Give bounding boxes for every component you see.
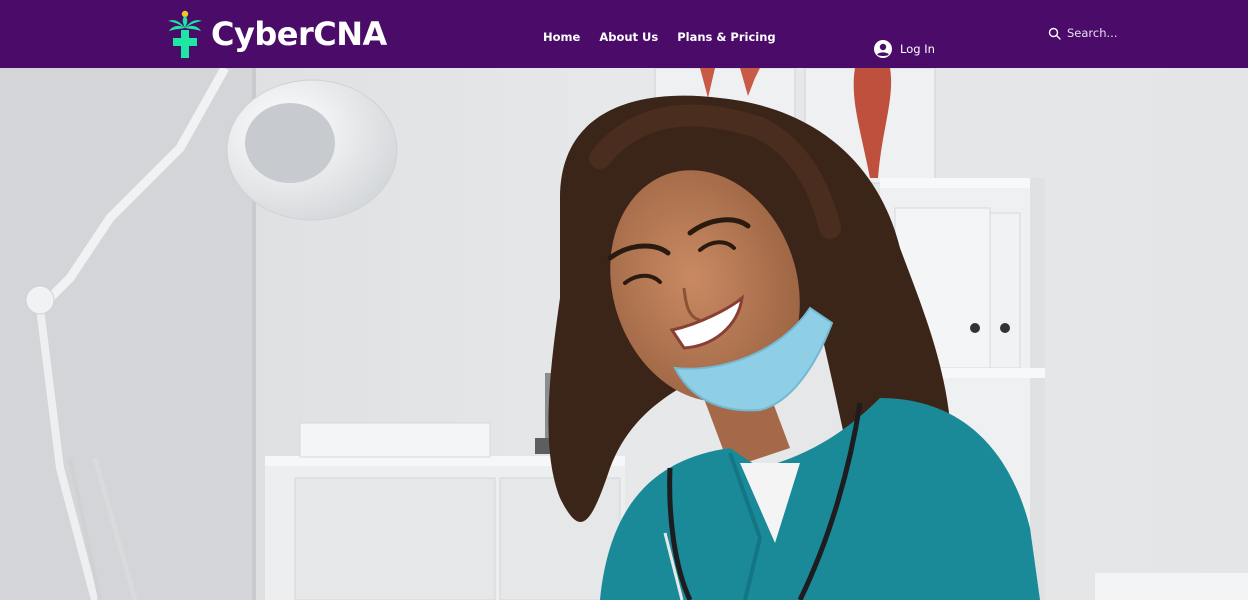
smiling-nurse-in-teal-scrubs-photo [0,68,1248,600]
hero-image [0,68,1248,600]
search-icon [1048,27,1061,40]
login-button[interactable]: Log In [874,40,935,58]
site-header: CyberCNA Home About Us Plans & Pricing L… [0,0,1248,68]
login-label: Log In [900,42,935,56]
nav-plans-pricing[interactable]: Plans & Pricing [677,30,775,44]
medical-cross-palm-icon [168,10,202,58]
brand-logo[interactable]: CyberCNA [167,10,387,58]
brand-name: CyberCNA [211,15,387,53]
search-input[interactable] [1067,26,1147,40]
nav-home[interactable]: Home [543,30,580,44]
nav-about-us[interactable]: About Us [599,30,658,44]
search-box[interactable] [1048,24,1158,42]
user-avatar-icon [874,40,892,58]
main-nav: Home About Us Plans & Pricing [543,30,776,44]
